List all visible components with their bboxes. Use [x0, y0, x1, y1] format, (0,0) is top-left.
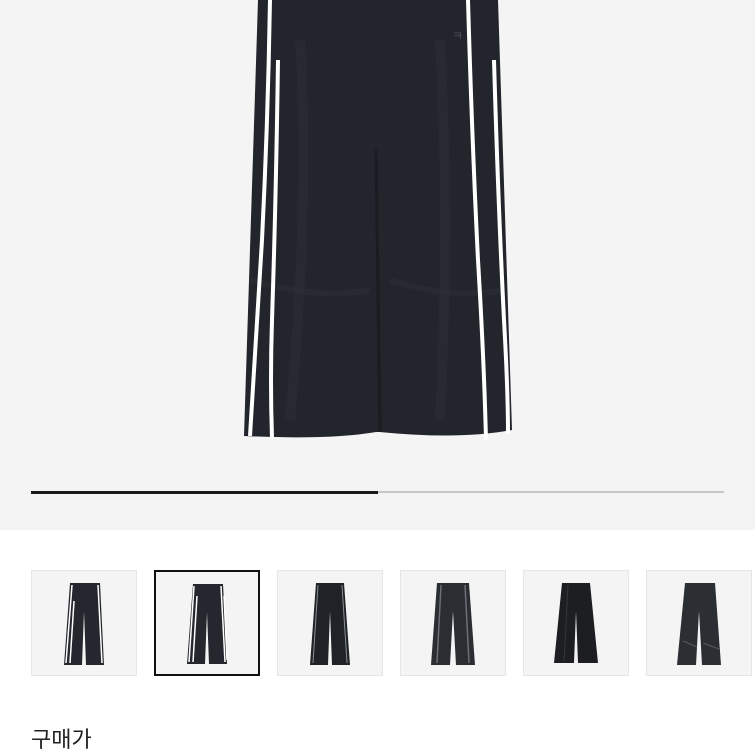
- svg-text:ㅋ: ㅋ: [452, 29, 463, 43]
- thumbnail-1[interactable]: [31, 570, 137, 676]
- thumbnail-strip: [0, 570, 755, 680]
- carousel-progress-bar: [31, 490, 724, 494]
- pants-thumbnail-5-icon: [554, 583, 598, 663]
- pants-thumbnail-2-icon: [187, 584, 228, 664]
- purchase-price-label: 구매가: [31, 728, 92, 753]
- pants-thumbnail-6-icon: [677, 583, 721, 665]
- thumbnail-6[interactable]: [646, 570, 752, 676]
- thumbnail-2[interactable]: [154, 570, 260, 676]
- carousel-progress-fill: [31, 490, 378, 494]
- pants-thumbnail-4-icon: [431, 583, 475, 665]
- thumbnail-3[interactable]: [277, 570, 383, 676]
- pants-thumbnail-1-icon: [64, 583, 104, 665]
- thumbnail-5[interactable]: [523, 570, 629, 676]
- product-main-image[interactable]: ㅋ: [0, 0, 755, 530]
- track-pants-image: ㅋ: [244, 0, 512, 441]
- pants-thumbnail-3-icon: [310, 583, 350, 665]
- thumbnail-4[interactable]: [400, 570, 506, 676]
